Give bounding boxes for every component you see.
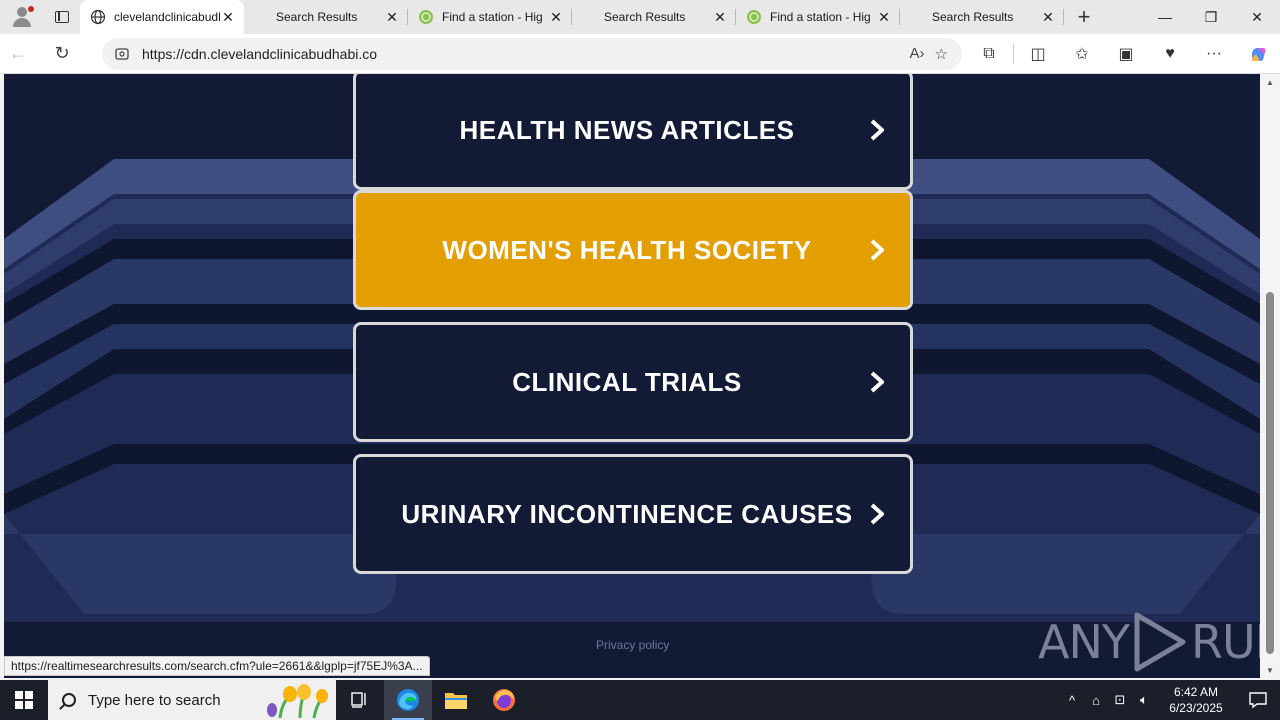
browser-toolbar: ← ↻ https://cdn.clevelandclinicabudhabi.… [0,34,1280,74]
favorites-icon[interactable]: ✩ [1060,34,1104,74]
tab-title: Find a station - Hig [770,10,871,24]
close-window-button[interactable]: ✕ [1234,0,1280,34]
profile-avatar[interactable] [0,0,44,34]
settings-menu-icon[interactable]: ··· [1192,34,1236,74]
status-bar-url: https://realtimesearchresults.com/search… [4,656,430,676]
browser-essentials-icon[interactable]: ♥ [1148,34,1192,74]
network-icon[interactable]: ⊡ [1108,680,1132,720]
station-icon [418,9,434,25]
tab-title: Search Results [932,10,1014,24]
edge-taskbar-icon[interactable] [384,680,432,720]
split-screen-icon[interactable]: ◫ [1016,34,1060,74]
urinary-incontinence-causes-button[interactable]: URINARY INCONTINENCE CAUSES [353,454,913,574]
scrollbar-thumb[interactable] [1266,292,1274,654]
close-tab-icon[interactable]: ✕ [876,9,892,25]
chevron-right-icon [870,503,884,525]
address-bar[interactable]: https://cdn.clevelandclinicabudhabi.co A… [102,38,962,70]
tab-clevelandclinic[interactable]: clevelandclinicabudhabi.co ✕ [80,0,244,34]
tab-strip: clevelandclinicabudhabi.co ✕ Search Resu… [0,0,1280,34]
anyrun-watermark: ANY RUN [1038,610,1260,674]
tab-find-station[interactable]: Find a station - Hig ✕ [736,0,900,34]
collections-icon[interactable]: ▣ [1104,34,1148,74]
refresh-button[interactable]: ↻ [44,38,80,70]
health-news-articles-button[interactable]: HEALTH NEWS ARTICLES [353,74,913,190]
close-tab-icon[interactable]: ✕ [384,9,400,25]
search-placeholder: Type here to search [88,691,221,709]
chevron-up-icon[interactable]: ^ [1060,680,1084,720]
start-button[interactable] [0,680,48,720]
tab-title: Search Results [604,10,686,24]
search-icon [62,693,76,707]
url-text[interactable]: https://cdn.clevelandclinicabudhabi.co [142,46,910,62]
tab-search-results[interactable]: Search Results ✕ [244,0,408,34]
clock[interactable]: 6:42 AM 6/23/2025 [1156,684,1236,716]
chevron-right-icon [870,119,884,141]
chevron-right-icon [870,239,884,261]
site-info-icon[interactable] [102,46,142,62]
play-logo-icon [1134,612,1186,672]
tab-actions-icon[interactable] [44,0,80,34]
task-view-icon[interactable] [336,680,384,720]
notification-center-icon[interactable] [1236,680,1280,720]
system-tray: ^ ⌂ ⊡ 🔈︎ 6:42 AM 6/23/2025 [1060,680,1280,720]
window-controls: — ❐ ✕ [1142,0,1280,34]
clock-time: 6:42 AM [1173,685,1219,699]
station-icon [746,9,762,25]
tab-find-station[interactable]: Find a station - Hig ✕ [408,0,572,34]
close-tab-icon[interactable]: ✕ [712,9,728,25]
close-tab-icon[interactable]: ✕ [220,9,236,25]
clinical-trials-button[interactable]: CLINICAL TRIALS [353,322,913,442]
scroll-up-icon[interactable]: ▲ [1260,74,1280,90]
volume-icon[interactable]: 🔈︎ [1132,680,1156,720]
tab-title: Find a station - Hig [442,10,543,24]
firefox-icon[interactable] [480,680,528,720]
taskbar-search-box[interactable]: Type here to search [48,680,336,720]
favorite-star-icon[interactable]: ☆ [935,45,948,63]
womens-health-society-button[interactable]: WOMEN'S HEALTH SOCIETY [353,190,913,310]
tab-title: clevelandclinicabudhabi.co [114,10,220,24]
page-viewport: HEALTH NEWS ARTICLES WOMEN'S HEALTH SOCI… [4,74,1260,678]
restore-button[interactable]: ❐ [1188,0,1234,34]
close-tab-icon[interactable]: ✕ [1040,9,1056,25]
globe-icon [90,9,106,25]
tab-search-results[interactable]: Search Results ✕ [900,0,1064,34]
browser-tools: ⧉ ◫ ✩ ▣ ♥ ··· [967,34,1280,74]
close-tab-icon[interactable]: ✕ [548,9,564,25]
new-tab-button[interactable]: + [1064,0,1104,34]
file-explorer-icon[interactable] [432,680,480,720]
tab-search-results[interactable]: Search Results ✕ [572,0,736,34]
clock-date: 6/23/2025 [1169,701,1223,715]
chevron-right-icon [870,371,884,393]
extensions-icon[interactable]: ⧉ [967,34,1011,74]
copilot-icon[interactable] [1236,34,1280,74]
page-scrollbar[interactable]: ▲ ▼ [1260,74,1280,678]
scroll-down-icon[interactable]: ▼ [1260,662,1280,678]
minimize-button[interactable]: — [1142,0,1188,34]
read-aloud-icon[interactable]: A› [910,45,925,63]
privacy-policy-link[interactable]: Privacy policy [596,638,669,652]
windows-taskbar: Type here to search ^ ⌂ ⊡ 🔈︎ 6:42 AM 6/2… [0,680,1280,720]
network-adapter-icon[interactable]: ⌂ [1084,680,1108,720]
back-button[interactable]: ← [0,38,36,70]
windows-logo-icon [15,691,33,709]
tab-title: Search Results [276,10,358,24]
tulip-illustration-icon [267,684,328,718]
